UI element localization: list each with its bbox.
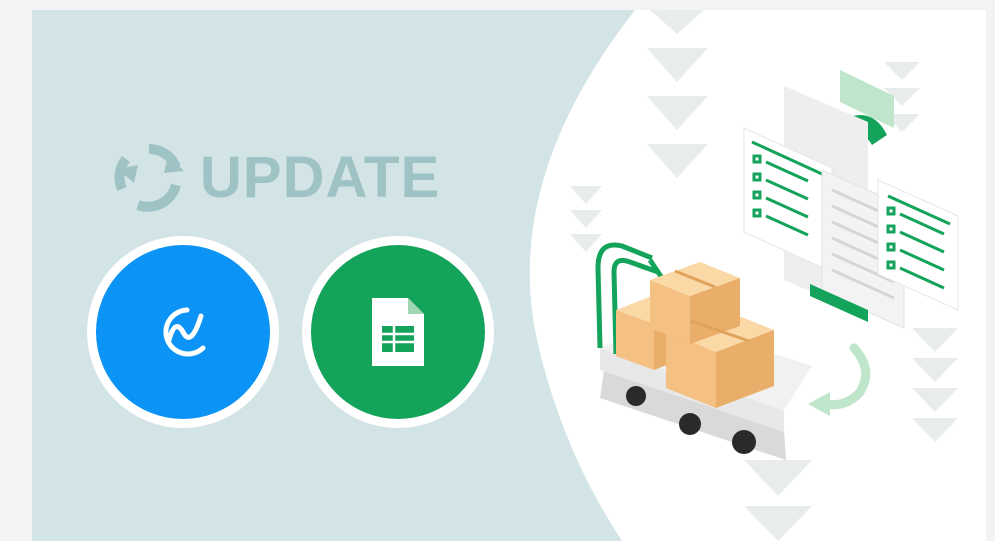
banner-card: UPDATE	[32, 10, 986, 541]
app-logo	[87, 236, 279, 428]
sheets-logo	[302, 236, 494, 428]
update-title: UPDATE	[200, 145, 441, 210]
update-heading: UPDATE	[112, 138, 440, 218]
wave-logo-icon	[163, 307, 206, 357]
cycle-arrow-icon	[819, 343, 871, 410]
spreadsheet-documents	[743, 70, 959, 329]
refresh-icon	[114, 143, 184, 212]
spreadsheet-icon	[372, 298, 424, 366]
